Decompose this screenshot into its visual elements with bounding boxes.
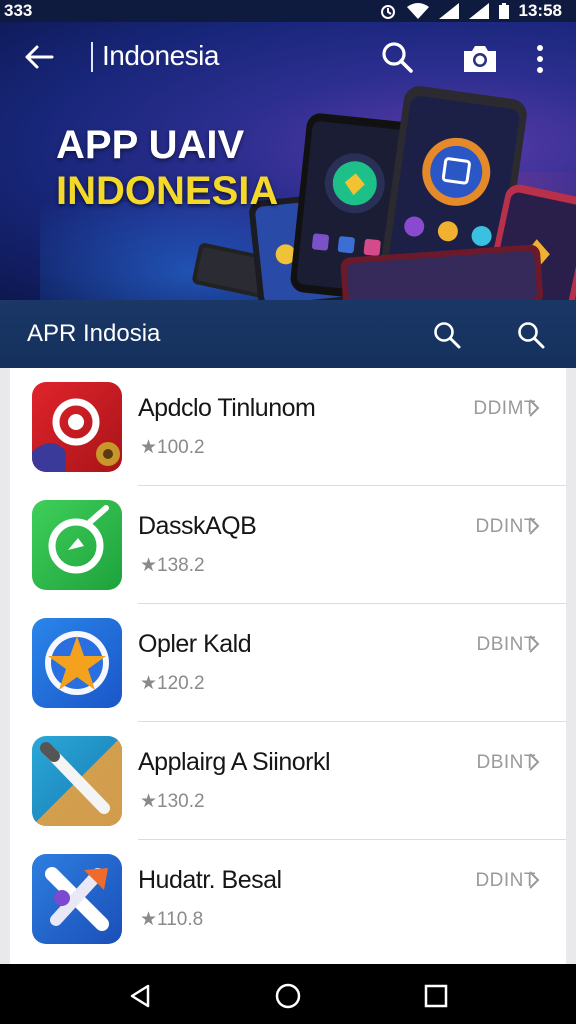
title-divider: [91, 42, 93, 72]
alarm-icon: [380, 5, 395, 19]
app-rating: ★130.2: [140, 791, 205, 812]
hero-title-line2: INDONESIA: [56, 169, 279, 213]
status-time: 13:58: [518, 1, 562, 20]
app-rating: ★138.2: [140, 555, 205, 576]
app-pencil-icon: [32, 736, 122, 826]
battery-icon: [498, 3, 509, 19]
screen: 333 13:58 Indonesia APP UAIV INDONESIA A…: [0, 0, 576, 1024]
chevron-right-icon: [529, 871, 540, 889]
app-blue-x-icon: [32, 854, 122, 944]
app-name: Hudatr. Besal: [138, 866, 282, 894]
camera-icon[interactable]: [462, 42, 498, 74]
app-rating: ★110.8: [140, 909, 204, 930]
wifi-icon: [406, 3, 429, 19]
app-name: Applairg A Siinorkl: [138, 748, 331, 776]
status-bar: 333 13:58: [0, 0, 576, 22]
home-circle-icon[interactable]: [274, 982, 302, 1010]
search-icon[interactable]: [380, 40, 414, 74]
chevron-right-icon: [529, 635, 540, 653]
chevron-right-icon: [529, 517, 540, 535]
more-vert-icon[interactable]: [532, 44, 548, 74]
list-item[interactable]: DasskAQB ★138.2 DDINT: [10, 486, 566, 604]
install-button[interactable]: DDINT: [475, 516, 536, 538]
app-green-icon: [32, 500, 122, 590]
list-item[interactable]: Hudatr. Besal ★110.8 DDINT: [10, 840, 566, 958]
app-red-icon: [32, 382, 122, 472]
hero-title-line1: APP UAIV: [56, 123, 245, 167]
app-rating: ★120.2: [140, 673, 205, 694]
back-arrow-icon[interactable]: [22, 40, 56, 74]
app-name: Apdclo Tinlunom: [138, 394, 316, 422]
search-icon[interactable]: [516, 320, 546, 350]
app-rating: ★100.2: [140, 437, 205, 458]
app-name: DasskAQB: [138, 512, 257, 540]
install-button[interactable]: DDIMT: [473, 398, 536, 420]
app-list: Apdclo Tinlunom ★100.2 DDIMT DasskAQB ★1…: [10, 368, 566, 964]
back-triangle-icon[interactable]: [126, 982, 154, 1010]
system-nav-bar: [0, 964, 576, 1024]
chevron-right-icon: [529, 753, 540, 771]
section-title: APR Indosia: [27, 320, 161, 347]
hero-banner: Indonesia APP UAIV INDONESIA: [0, 22, 576, 300]
recents-square-icon[interactable]: [422, 982, 450, 1010]
app-star-icon: [32, 618, 122, 708]
top-app-bar: Indonesia: [0, 22, 576, 90]
list-item[interactable]: Apdclo Tinlunom ★100.2 DDIMT: [10, 368, 566, 486]
list-item[interactable]: Opler Kald ★120.2 DBINT: [10, 604, 566, 722]
signal-icon: [438, 3, 459, 19]
chevron-right-icon: [529, 399, 540, 417]
status-left-text: 333: [4, 1, 33, 20]
app-name: Opler Kald: [138, 630, 252, 658]
section-header: APR Indosia: [0, 300, 576, 368]
search-icon[interactable]: [432, 320, 462, 350]
signal-2-icon: [468, 3, 489, 19]
page-title: Indonesia: [102, 40, 219, 71]
install-button[interactable]: DDINT: [475, 870, 536, 892]
status-icons: 13:58: [379, 1, 562, 21]
hero-headline: APP UAIV INDONESIA: [56, 122, 278, 214]
list-item[interactable]: Applairg A Siinorkl ★130.2 DBINT: [10, 722, 566, 840]
